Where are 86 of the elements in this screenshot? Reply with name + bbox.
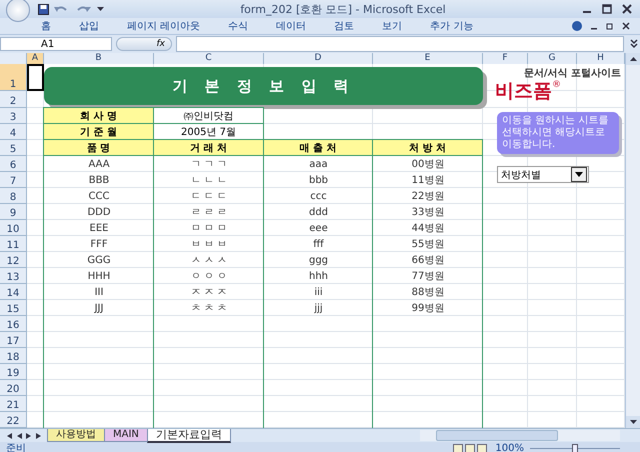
table-cell-text: ㅁ ㅁ ㅁ	[190, 222, 228, 236]
table-cell-text: 33병원	[410, 206, 446, 220]
close-icon[interactable]	[622, 4, 632, 14]
maximize-icon[interactable]	[602, 4, 612, 14]
table-cell-text: DDD	[86, 206, 112, 220]
table-cell-text: 55병원	[410, 238, 446, 252]
dropdown-arrow-icon[interactable]	[575, 172, 583, 177]
horizontal-scrollbar[interactable]	[420, 430, 620, 441]
table-cell-text: ㅅ ㅅ ㅅ	[190, 254, 228, 268]
table-cell-text: III	[94, 286, 104, 300]
table-cell-text: 22병원	[410, 190, 446, 204]
sheet-dropdown[interactable]: 처방처별	[497, 166, 589, 183]
active-cell[interactable]	[27, 64, 44, 91]
table-cell-text: ㅂ ㅂ ㅂ	[190, 238, 228, 252]
ribbon-tab[interactable]: 수식	[225, 18, 252, 34]
column-heading: 거 래 처	[153, 139, 264, 156]
table-cell-text: ㄹ ㄹ ㄹ	[190, 206, 228, 220]
scroll-down-icon[interactable]	[630, 420, 636, 424]
table-cell-text: EEE	[88, 222, 110, 236]
vertical-scrollbar[interactable]	[625, 53, 640, 428]
table-cell-text: bbb	[308, 174, 330, 188]
table-cell-text: CCC	[88, 190, 110, 204]
column-heading: 처 방 처	[372, 139, 483, 156]
save-icon[interactable]	[38, 4, 49, 14]
table-cell-text: BBB	[88, 174, 110, 188]
ribbon-tab[interactable]: 삽입	[76, 18, 102, 34]
table-cell-text: 77병원	[410, 270, 446, 284]
table-cell-text: 88병원	[410, 286, 446, 300]
note-callout: 이동을 원하시는 시트를 선택하시면 해당시트로 이동합니다.	[497, 112, 619, 154]
function-button[interactable]: fx	[116, 37, 172, 51]
table-cell-text: ccc	[309, 190, 328, 204]
table-cell-text: JJJ	[93, 302, 104, 316]
column-heading: 품 명	[43, 139, 154, 156]
window-title: form_202 [호환 모드] - Microsoft Excel	[239, 2, 447, 16]
table-cell-text: AAA	[87, 158, 111, 172]
close-icon[interactable]	[622, 22, 630, 30]
table-cell-text: ㅈ ㅈ ㅈ	[190, 286, 228, 300]
sheet-tab[interactable]: MAIN	[104, 429, 148, 442]
table-cell-text: GGG	[86, 254, 112, 268]
table-cell-text: 66병원	[410, 254, 446, 268]
row-header[interactable]: 1	[0, 64, 27, 91]
name-box[interactable]: A1	[0, 37, 112, 51]
table-cell-text: ㄷ ㄷ ㄷ	[190, 190, 228, 204]
table-cell-text: FFF	[89, 238, 109, 252]
logo-tagline: 문서/서식 포털사이트	[524, 68, 621, 79]
field-value: ㈜인비닷컴	[153, 107, 264, 124]
ribbon-tab[interactable]: 검토	[331, 18, 358, 34]
ribbon-tab[interactable]: 데이터	[273, 18, 310, 34]
scroll-up-icon[interactable]	[630, 57, 636, 61]
table-cell-text: 99병원	[410, 302, 446, 316]
table-cell-text: iii	[313, 286, 324, 300]
field-label: 회 사 명	[43, 107, 154, 124]
formula-input[interactable]	[176, 36, 624, 52]
logo: 비즈폼	[495, 80, 552, 102]
ribbon-tab[interactable]: 보기	[379, 18, 406, 34]
table-cell-text: 00병원	[410, 158, 446, 172]
ribbon-tab[interactable]: 추가 기능	[427, 18, 476, 34]
dropdown-arrow-icon[interactable]	[97, 6, 104, 12]
table-cell-text: ㅇ ㅇ ㅇ	[190, 270, 228, 284]
table-cell-text: HHH	[86, 270, 112, 284]
table-cell-text: aaa	[308, 158, 329, 172]
column-header[interactable]: A	[27, 53, 44, 64]
office-button[interactable]	[6, 0, 30, 22]
table-cell-text: ㄱ ㄱ ㄱ	[190, 158, 228, 172]
help-icon[interactable]	[572, 21, 582, 31]
table-cell-text: 11병원	[410, 174, 446, 188]
ribbon-tab[interactable]: 페이지 레이아웃	[124, 18, 204, 34]
sheet-tab[interactable]: 기본자료입력	[146, 428, 231, 442]
table-cell-text: eee	[308, 222, 329, 236]
table-cell-text: ㄴ ㄴ ㄴ	[190, 174, 228, 188]
ribbon-tab[interactable]: 홈	[38, 18, 54, 34]
sheet-tab[interactable]: 사용방법	[47, 429, 105, 442]
table-cell-text: hhh	[308, 270, 329, 284]
table-cell-text: jjj	[313, 302, 324, 316]
table-cell-text: fff	[312, 238, 325, 252]
table-cell-text: ddd	[308, 206, 330, 220]
column-heading: 매 출 처	[263, 139, 373, 156]
expand-icon[interactable]	[628, 38, 640, 50]
zoom-level: 100%	[495, 442, 524, 452]
restore-icon[interactable]	[606, 22, 614, 30]
table-cell-text: 44병원	[410, 222, 446, 236]
registered-mark: ®	[552, 80, 561, 90]
table-cell-text: ggg	[308, 254, 330, 268]
title-banner: 기 본 정 보 입 력	[44, 67, 483, 105]
table-cell-text: ㅊ ㅊ ㅊ	[190, 302, 228, 316]
field-label: 기 준 월	[43, 123, 154, 140]
